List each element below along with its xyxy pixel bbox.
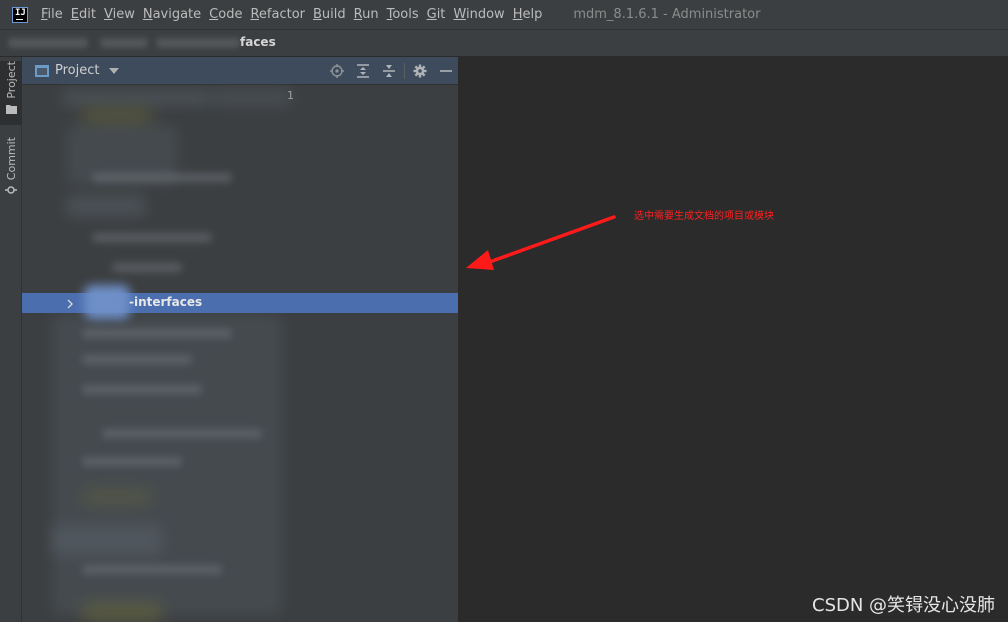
breadcrumb-blurred-segment [100, 38, 148, 48]
annotation-text: 选中需要生成文档的项目或模块 [634, 211, 774, 222]
menu-build[interactable]: Build [309, 7, 350, 22]
line-number: 1 [287, 89, 294, 102]
chevron-down-icon[interactable] [109, 67, 120, 74]
menu-run[interactable]: Run [350, 7, 383, 22]
menu-code[interactable]: Code [205, 7, 246, 22]
tree-row-label: -interfaces [129, 295, 203, 309]
menu-refactor[interactable]: Refactor [246, 7, 309, 22]
blurred-tree-node [82, 355, 192, 364]
menu-file[interactable]: File [37, 7, 67, 22]
breadcrumb: faces [0, 29, 1008, 57]
locate-icon[interactable] [324, 57, 350, 85]
project-panel-title[interactable]: Project [55, 63, 99, 78]
folder-icon [5, 103, 17, 115]
blurred-tree-node [112, 263, 182, 272]
blurred-tree-node [82, 457, 182, 466]
project-tree[interactable]: 1 -interfaces [22, 85, 458, 622]
minimize-icon[interactable] [433, 57, 458, 85]
breadcrumb-item[interactable]: faces [240, 35, 276, 49]
watermark: CSDN @笑锝没心没肺 [812, 595, 996, 616]
commit-icon [5, 184, 17, 196]
blurred-tree-node [52, 525, 162, 555]
menu-window[interactable]: Window [449, 7, 508, 22]
project-panel-header: Project [22, 57, 458, 85]
chevron-right-icon[interactable] [64, 296, 76, 310]
project-view-icon [35, 64, 49, 77]
project-tool-button[interactable]: Project [0, 61, 22, 125]
commit-tool-button[interactable]: Commit [0, 137, 22, 201]
blurred-tree-node [82, 565, 222, 574]
editor-area[interactable] [460, 57, 1008, 622]
menu-tools[interactable]: Tools [383, 7, 423, 22]
breadcrumb-blurred-segment [156, 38, 240, 48]
menu-help[interactable]: Help [509, 7, 547, 22]
blurred-tree-node [82, 489, 152, 505]
project-tool-label: Project [4, 61, 18, 99]
commit-tool-label: Commit [4, 137, 18, 181]
blurred-tree-node [212, 89, 292, 107]
blurred-tree-node [82, 603, 162, 621]
toolbar-divider [404, 63, 405, 79]
blurred-tree-node [62, 91, 212, 105]
blurred-module-prefix [84, 285, 130, 319]
menu-git[interactable]: Git [423, 7, 450, 22]
menu-navigate[interactable]: Navigate [139, 7, 205, 22]
tree-row-selected[interactable]: -interfaces [22, 285, 458, 319]
blurred-tree-node [82, 385, 202, 394]
blurred-tree-node [92, 173, 232, 182]
menu-bar: IJ File Edit View Navigate Code Refactor… [0, 0, 1008, 29]
collapse-all-icon[interactable] [376, 57, 402, 85]
expand-all-icon[interactable] [350, 57, 376, 85]
intellij-logo-icon[interactable]: IJ [12, 6, 28, 23]
breadcrumb-blurred-segment [8, 38, 88, 48]
blurred-tree-node [82, 329, 232, 338]
project-panel-toolbar [324, 57, 458, 85]
blurred-tree-node [92, 233, 212, 242]
blurred-tree-node [66, 195, 146, 217]
project-panel: Project 1 -interfaces [22, 57, 459, 622]
gear-icon[interactable] [407, 57, 433, 85]
tool-window-stripe: Project Commit [0, 57, 22, 622]
logo-text: IJ [15, 7, 26, 18]
window-title: mdm_8.1.6.1 - Administrator [573, 7, 761, 22]
menu-view[interactable]: View [100, 7, 139, 22]
menu-edit[interactable]: Edit [67, 7, 100, 22]
blurred-tree-node [102, 429, 262, 438]
blurred-tree-node [82, 109, 152, 123]
